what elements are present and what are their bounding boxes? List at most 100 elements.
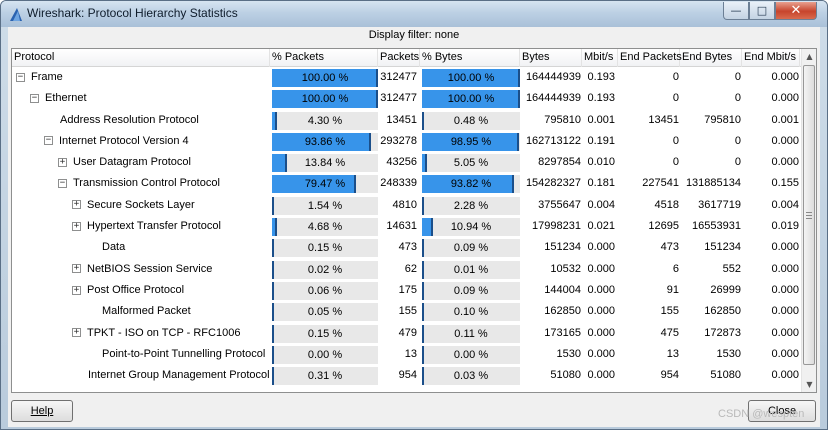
pct-packets-bar-text: 0.06 % [307, 284, 343, 297]
pct-packets-bar: 0.02 % [272, 260, 378, 279]
help-button[interactable]: Help [11, 400, 73, 422]
mbit-cell: 0.193 [587, 71, 615, 83]
packets-cell: 248339 [380, 177, 417, 190]
pct-packets-bar: 100.00 % [272, 90, 378, 109]
mbit-cell: 0.004 [587, 198, 615, 211]
bytes-cell: 1530 [556, 347, 581, 360]
col-end-mbit[interactable]: End Mbit/s [742, 49, 800, 67]
table-row[interactable]: − Ethernet 100.00 % 312477 100.00 % 164444939… [12, 88, 802, 109]
end-packets-cell: 954 [660, 369, 679, 382]
window-controls: — □ ✕ [723, 2, 817, 21]
expand-icon[interactable]: + [72, 264, 81, 274]
protocol-name: Frame [31, 71, 63, 83]
collapse-icon[interactable]: − [30, 93, 39, 103]
table-row[interactable]: Internet Group Management Protocol 0.31 %… [12, 365, 802, 386]
table-row[interactable]: + NetBIOS Session Service 0.02 % 62 0.01 % 10… [12, 259, 802, 280]
pct-bytes-bar: 0.48 % [422, 111, 520, 130]
display-filter-label: Display filter: none [368, 29, 460, 41]
protocol-name: Post Office Protocol [87, 283, 185, 296]
protocol-cell: + Secure Sockets Layer [12, 195, 270, 216]
mbit-cell: 0.193 [587, 92, 615, 105]
col-pct-packets[interactable]: % Packets [270, 49, 378, 67]
packets-cell: 175 [398, 283, 417, 296]
pct-bytes-bar: 2.28 % [422, 196, 520, 215]
col-mbit[interactable]: Mbit/s [582, 49, 618, 67]
col-end-bytes[interactable]: End Bytes [680, 49, 742, 67]
bytes-cell: 164444939 [525, 92, 581, 105]
table-row[interactable]: Address Resolution Protocol 4.30 % 13451 0.… [12, 110, 802, 131]
bytes-cell: 144004 [544, 283, 581, 296]
end-bytes-cell: 1530 [716, 347, 741, 360]
expand-icon[interactable]: + [72, 285, 81, 295]
end-packets-cell: 91 [666, 283, 679, 296]
table-row[interactable]: + TPKT - ISO on TCP - RFC1006 0.15 % 479 0.1… [12, 323, 802, 344]
table-row[interactable]: + Hypertext Transfer Protocol 4.68 % 14631 1… [12, 216, 802, 237]
pct-bytes-bar: 100.00 % [422, 90, 520, 109]
collapse-icon[interactable]: − [16, 72, 25, 82]
col-protocol[interactable]: Protocol [12, 49, 270, 67]
maximize-button[interactable]: □ [749, 2, 775, 20]
close-window-button[interactable]: ✕ [775, 2, 817, 20]
pct-packets-bar-text: 4.68 % [307, 221, 343, 234]
packets-cell: 473 [398, 241, 417, 254]
protocol-name: User Datagram Protocol [73, 156, 191, 169]
vertical-scrollbar[interactable]: ▲ ▼ [801, 49, 816, 392]
packets-cell: 312477 [380, 71, 417, 83]
pct-packets-bar: 1.54 % [272, 196, 378, 215]
protocol-cell: Data [12, 237, 270, 258]
expand-icon[interactable]: + [58, 157, 67, 167]
pct-packets-bar-text: 0.15 % [307, 327, 343, 340]
end-mbit-cell: 0.000 [771, 305, 799, 318]
protocol-name: Malformed Packet [102, 305, 191, 318]
end-packets-cell: 473 [660, 241, 679, 254]
pct-packets-bar: 0.05 % [272, 303, 378, 322]
protocol-cell: − Frame [12, 67, 270, 88]
protocol-name: NetBIOS Session Service [87, 262, 213, 275]
table-row[interactable]: + Secure Sockets Layer 1.54 % 4810 2.28 % 375… [12, 195, 802, 216]
expand-icon[interactable]: + [72, 328, 81, 338]
bytes-cell: 3755647 [538, 198, 581, 211]
pct-bytes-bar-text: 100.00 % [447, 72, 495, 84]
grip-line [806, 218, 812, 219]
scroll-thumb[interactable] [803, 65, 815, 365]
table-row[interactable]: Point-to-Point Tunnelling Protocol 0.00 %… [12, 344, 802, 365]
table-row[interactable]: − Internet Protocol Version 4 93.86 % 29327… [12, 131, 802, 152]
expand-icon[interactable]: + [72, 200, 81, 210]
pct-bytes-bar-text: 0.11 % [454, 327, 488, 340]
packets-cell: 954 [398, 369, 417, 382]
end-bytes-cell: 16553931 [692, 220, 741, 233]
mbit-cell: 0.010 [587, 156, 615, 169]
collapse-icon[interactable]: − [44, 136, 53, 146]
pct-bytes-bar-text: 0.01 % [453, 263, 489, 276]
pct-packets-bar-text: 0.15 % [307, 242, 343, 255]
protocol-name: Ethernet [45, 92, 87, 105]
pct-bytes-bar: 98.95 % [422, 132, 520, 151]
bytes-cell: 795810 [544, 113, 581, 126]
title-bar[interactable]: Wireshark: Protocol Hierarchy Statistics… [1, 1, 827, 27]
col-end-packets[interactable]: End Packets [618, 49, 682, 67]
end-mbit-cell: 0.019 [771, 220, 799, 233]
col-bytes[interactable]: Bytes [520, 49, 582, 67]
end-bytes-cell: 795810 [704, 113, 741, 126]
end-mbit-cell: 0.004 [771, 198, 799, 211]
table-row[interactable]: Data 0.15 % 473 0.09 % 151234 0.000 473 151234 0… [12, 237, 802, 258]
pct-packets-bar-text: 0.00 % [307, 348, 343, 361]
table-row[interactable]: − Frame 100.00 % 312477 100.00 % 164444939 0.1… [12, 67, 802, 88]
col-packets[interactable]: Packets [378, 49, 420, 67]
scroll-up-icon[interactable]: ▲ [802, 49, 816, 64]
minimize-button[interactable]: — [723, 2, 749, 20]
scroll-down-icon[interactable]: ▼ [802, 377, 816, 392]
column-header: Protocol % Packets Packets % Bytes Bytes… [12, 49, 816, 67]
protocol-tree-view[interactable]: Protocol % Packets Packets % Bytes Bytes… [11, 48, 817, 393]
end-bytes-cell: 0 [734, 156, 741, 169]
table-row[interactable]: Malformed Packet 0.05 % 155 0.10 % 162850 0.0… [12, 301, 802, 322]
collapse-icon[interactable]: − [58, 179, 67, 189]
table-row[interactable]: + User Datagram Protocol 13.84 % 43256 5.05 … [12, 152, 802, 173]
end-mbit-cell: 0.000 [771, 262, 799, 275]
table-row[interactable]: − Transmission Control Protocol 79.47 % 248… [12, 173, 802, 194]
pct-packets-bar-text: 100.00 % [301, 72, 349, 84]
col-pct-bytes[interactable]: % Bytes [420, 49, 520, 67]
table-row[interactable]: + Post Office Protocol 0.06 % 175 0.09 % 1440… [12, 280, 802, 301]
expand-icon[interactable]: + [72, 221, 81, 231]
pct-packets-bar: 4.68 % [272, 218, 378, 237]
